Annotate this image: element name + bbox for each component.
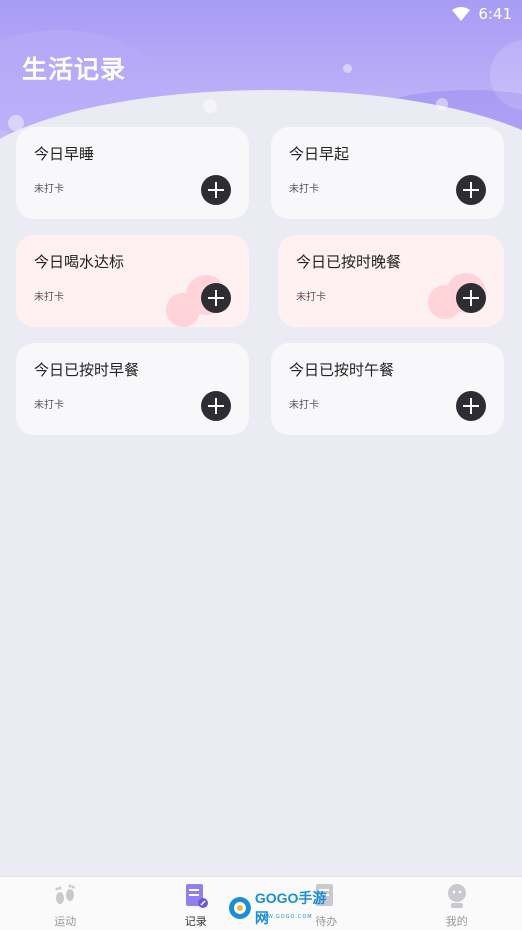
page-title: 生活记录 [22,55,127,84]
watermark-text: GOGO手游网 [254,890,327,926]
tab-label: 我的 [445,915,468,928]
checkin-card-breakfast[interactable]: 今日已按时早餐 未打卡 [16,343,249,435]
status-bar: 6:41 [0,0,522,28]
card-title: 今日已按时早餐 [34,361,140,379]
card-title: 今日早起 [289,145,350,163]
checkin-card-early-rise[interactable]: 今日早起 未打卡 [271,127,504,219]
decor-dot [8,115,24,131]
decor-dot [343,64,352,73]
status-time: 6:41 [478,5,512,23]
decor-dot [203,99,217,113]
checkin-card-early-sleep[interactable]: 今日早睡 未打卡 [16,127,249,219]
checkin-card-lunch[interactable]: 今日已按时午餐 未打卡 [271,343,504,435]
card-status: 未打卡 [296,292,326,303]
wifi-icon [452,7,471,21]
tab-label: 运动 [54,915,77,928]
card-status: 未打卡 [289,184,319,195]
document-edit-icon [185,884,208,908]
decor-dot [436,98,448,110]
card-title: 今日早睡 [34,145,95,163]
card-title: 今日已按时午餐 [289,361,395,379]
profile-icon [447,884,466,908]
add-checkin-button[interactable] [201,283,231,313]
watermark-logo-icon [228,897,251,919]
add-checkin-button[interactable] [456,391,486,421]
add-checkin-button[interactable] [201,175,231,205]
card-status: 未打卡 [34,400,64,411]
tab-label: 记录 [184,915,207,928]
add-checkin-button[interactable] [456,283,486,313]
card-status: 未打卡 [34,184,64,195]
checkin-card-water[interactable]: 今日喝水达标 未打卡 [16,235,249,327]
watermark: GOGO手游网 WWW.GOGO.COM [228,890,340,926]
tab-sport[interactable]: 运动 [0,877,131,930]
card-status: 未打卡 [289,400,319,411]
card-title: 今日喝水达标 [34,253,125,271]
add-checkin-button[interactable] [201,391,231,421]
footprints-icon [55,884,75,904]
add-checkin-button[interactable] [456,175,486,205]
card-status: 未打卡 [34,292,64,303]
tab-profile[interactable]: 我的 [392,877,522,930]
card-title: 今日已按时晚餐 [296,253,402,271]
checkin-card-dinner[interactable]: 今日已按时晚餐 未打卡 [278,235,504,327]
watermark-subtext: WWW.GOGO.COM [256,914,313,920]
